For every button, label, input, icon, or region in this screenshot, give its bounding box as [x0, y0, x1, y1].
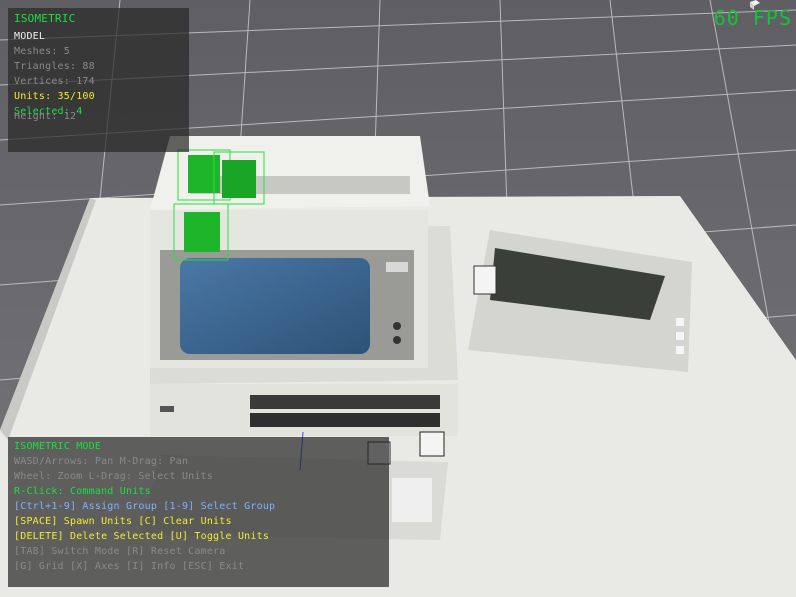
monitor-logo: [386, 262, 408, 272]
model-label: MODEL: [14, 31, 46, 42]
printer-button-2: [676, 332, 684, 340]
printer-button-1: [676, 318, 684, 326]
monitor-knob-1: [393, 322, 401, 330]
control-line-spawn: [SPACE] Spawn Units [C] Clear Units: [14, 516, 232, 527]
keyboard-keys: [392, 478, 432, 522]
monitor-knob-2: [393, 336, 401, 344]
vertices-count: Vertices: 174: [14, 76, 95, 87]
unit-6[interactable]: [419, 431, 445, 457]
triangles-count: Triangles: 88: [14, 61, 95, 72]
control-line-pan: WASD/Arrows: Pan M-Drag: Pan: [14, 456, 189, 467]
mode-title: ISOMETRIC: [14, 12, 76, 25]
control-line-command: R-Click: Command Units: [14, 486, 151, 497]
info-panel: ISOMETRIC MODEL Meshes: 5 Triangles: 88 …: [8, 8, 189, 152]
control-line-groups: [Ctrl+1-9] Assign Group [1-9] Select Gro…: [14, 501, 276, 512]
ibm-badge: [160, 406, 174, 412]
control-line-zoom: Wheel: Zoom L-Drag: Select Units: [14, 471, 214, 482]
system-unit-front: [150, 384, 458, 436]
height-value: Height: 12: [14, 111, 77, 122]
control-line-switch: [TAB] Switch Mode [R] Reset Camera: [14, 546, 226, 557]
controls-panel: ISOMETRIC MODE WASD/Arrows: Pan M-Drag: …: [8, 437, 389, 587]
control-line-delete: [DELETE] Delete Selected [U] Toggle Unit…: [14, 531, 270, 542]
floppy-bay-2: [250, 413, 440, 427]
controls-title: ISOMETRIC MODE: [14, 441, 102, 452]
floppy-bay-1: [250, 395, 440, 409]
fps-counter: 60 FPS: [713, 6, 792, 30]
unit-4[interactable]: [473, 265, 497, 295]
monitor-screen: [180, 258, 370, 354]
control-line-toggles: [G] Grid [X] Axes [I] Info [ESC] Exit: [14, 561, 245, 572]
units-count: Units: 35/100: [14, 91, 95, 102]
printer-button-3: [676, 346, 684, 354]
meshes-count: Meshes: 5: [14, 46, 70, 57]
